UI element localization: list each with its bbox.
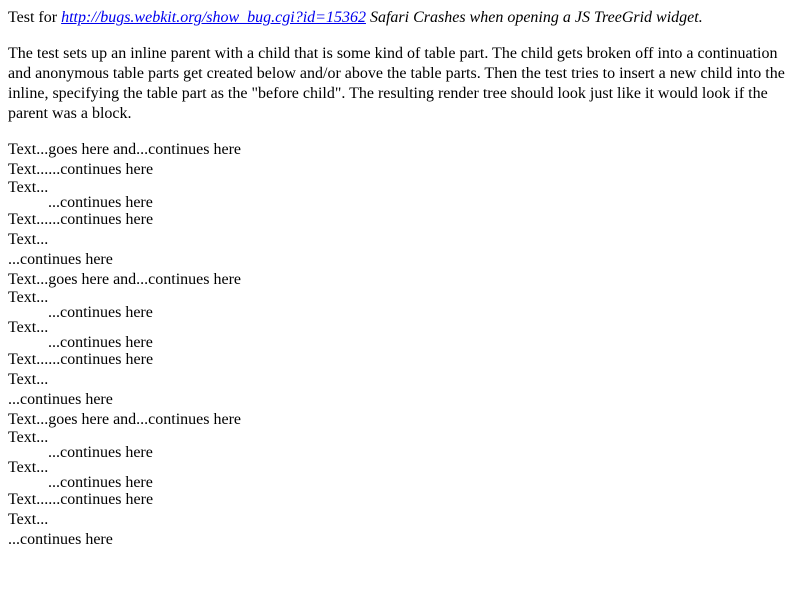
text-line-split: Text... ...continues here <box>8 179 792 211</box>
text-line: Text... <box>8 511 49 528</box>
text-line: Text... <box>8 371 49 388</box>
text-line: Text...goes here and...continues here <box>8 271 242 288</box>
text-line: ...continues here <box>8 531 113 548</box>
text-line-continuation: ...continues here <box>48 334 153 351</box>
text-line-part: Text... <box>8 179 49 196</box>
bug-title: Safari Crashes when opening a JS TreeGri… <box>365 9 703 26</box>
intro-emphasis: http://bugs.webkit.org/show_bug.cgi?id=1… <box>61 9 703 26</box>
description-paragraph: The test sets up an inline parent with a… <box>8 45 785 122</box>
text-line: Text......continues here <box>8 491 154 508</box>
text-line-split: Text... ...continues here <box>8 429 792 461</box>
text-line-continuation: ...continues here <box>48 444 153 461</box>
text-line-part: Text... <box>8 319 49 336</box>
text-line: Text......continues here <box>8 211 154 228</box>
text-line: ...continues here <box>8 251 113 268</box>
text-line-split: Text... ...continues here <box>8 289 792 321</box>
bug-link[interactable]: http://bugs.webkit.org/show_bug.cgi?id=1… <box>61 9 366 26</box>
text-line: Text... <box>8 231 49 248</box>
text-line-continuation: ...continues here <box>48 194 153 211</box>
text-line: Text...goes here and...continues here <box>8 141 242 158</box>
test-output: Text...goes here and...continues here Te… <box>8 140 792 550</box>
text-line: Text......continues here <box>8 161 154 178</box>
text-line: ...continues here <box>8 391 113 408</box>
text-line-split: Text... ...continues here <box>8 459 792 491</box>
text-line-continuation: ...continues here <box>48 474 153 491</box>
text-line: Text......continues here <box>8 351 154 368</box>
text-line-split: Text... ...continues here <box>8 319 792 351</box>
intro-paragraph: Test for http://bugs.webkit.org/show_bug… <box>8 8 792 28</box>
test-page: Test for http://bugs.webkit.org/show_bug… <box>0 0 800 558</box>
text-line-continuation: ...continues here <box>48 304 153 321</box>
text-line-part: Text... <box>8 429 49 446</box>
text-line-part: Text... <box>8 289 49 306</box>
text-line-part: Text... <box>8 459 49 476</box>
intro-prefix: Test for <box>8 9 62 26</box>
text-line: Text...goes here and...continues here <box>8 411 242 428</box>
